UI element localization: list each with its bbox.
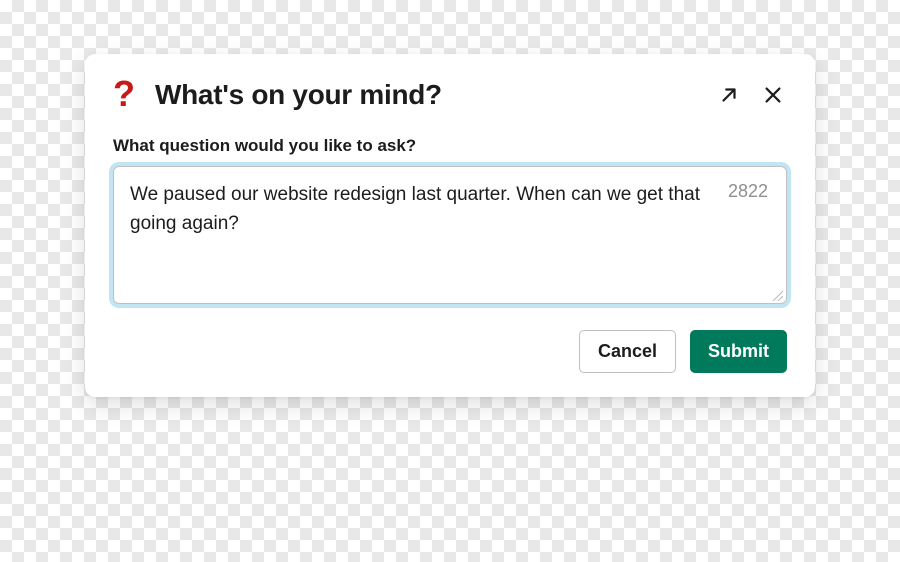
- question-mark-icon: ?: [113, 76, 135, 112]
- modal-footer: Cancel Submit: [113, 330, 787, 373]
- modal-header: ? What's on your mind?: [113, 78, 787, 112]
- header-actions: [715, 81, 787, 109]
- resize-handle-icon[interactable]: [771, 288, 783, 300]
- field-label: What question would you like to ask?: [113, 136, 787, 156]
- close-icon[interactable]: [759, 81, 787, 109]
- char-counter: 2822: [728, 181, 768, 202]
- modal-dialog: ? What's on your mind? What question wou…: [85, 54, 815, 397]
- expand-icon[interactable]: [715, 81, 743, 109]
- cancel-button[interactable]: Cancel: [579, 330, 676, 373]
- modal-title: What's on your mind?: [155, 79, 715, 111]
- textarea-content[interactable]: We paused our website redesign last quar…: [130, 181, 770, 281]
- question-textarea[interactable]: We paused our website redesign last quar…: [113, 166, 787, 304]
- submit-button[interactable]: Submit: [690, 330, 787, 373]
